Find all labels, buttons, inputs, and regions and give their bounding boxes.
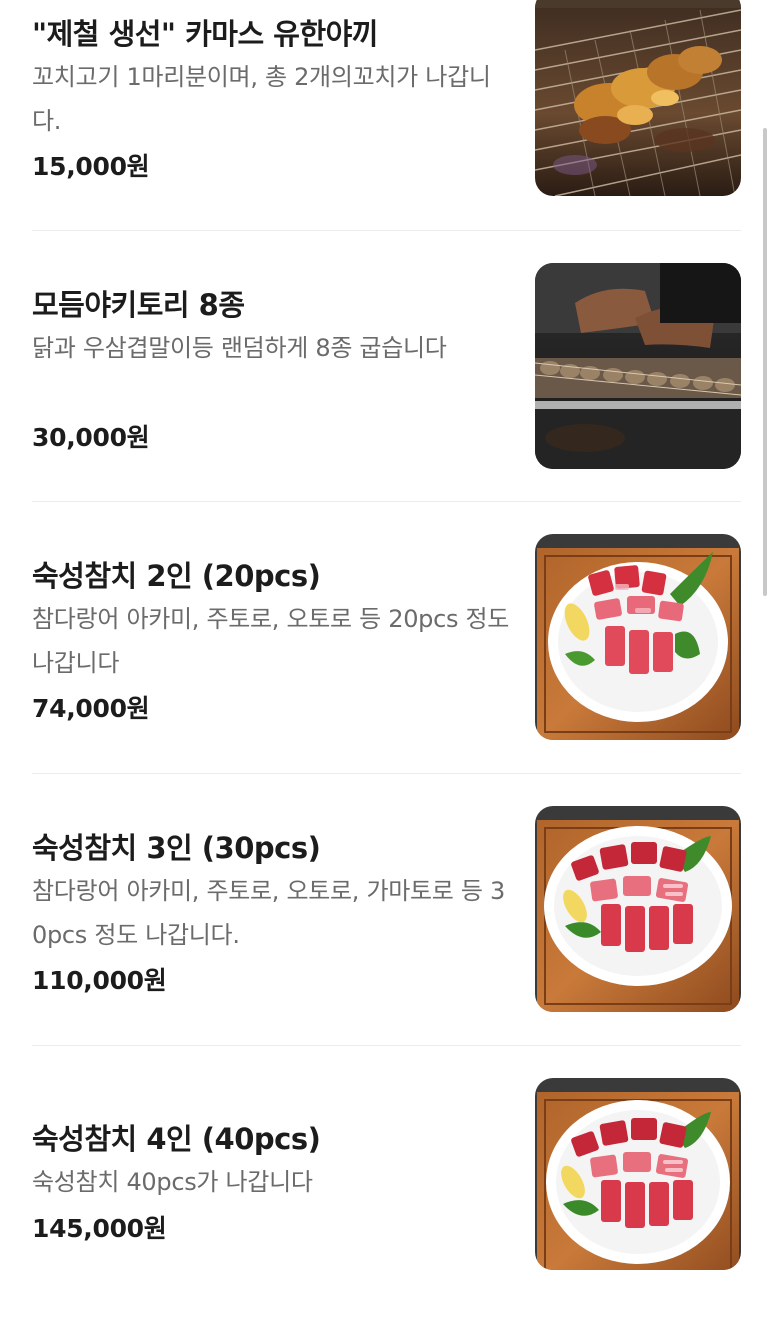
menu-item-photo-tuna-platter [535, 534, 741, 740]
scrollbar[interactable] [763, 128, 767, 596]
tuna-sashimi-platter-image [535, 1078, 741, 1270]
menu-item[interactable]: 모듬야키토리 8종 닭과 우삼겹말이등 랜덤하게 8종 굽습니다 30,000원 [0, 231, 773, 503]
menu-item-photo-tuna-platter [535, 806, 741, 1012]
grilled-fish-skewers-image [535, 0, 741, 196]
menu-item-photo-tuna-platter [535, 1078, 741, 1270]
menu-item[interactable]: 숙성참치 2인 (20pcs) 참다랑어 아카미, 주토로, 오토로 등 20p… [0, 502, 773, 774]
menu-item-price: 74,000원 [32, 694, 150, 723]
menu-item-name: "제철 생선" 카마스 유한야끼 [32, 17, 379, 51]
menu-item-photo-yakitori [535, 263, 741, 469]
menu-item-name: 숙성참치 3인 (30pcs) [32, 831, 321, 865]
tuna-sashimi-platter-image [535, 534, 741, 740]
menu-item-photo-grilled-fish [535, 0, 741, 196]
menu-item-name: 숙성참치 2인 (20pcs) [32, 559, 321, 593]
menu-item[interactable]: 숙성참치 4인 (40pcs) 숙성참치 40pcs가 나갑니다 145,000… [0, 1046, 773, 1318]
menu-item-price: 15,000원 [32, 152, 150, 181]
menu-item[interactable]: "제철 생선" 카마스 유한야끼 꼬치고기 1마리분이며, 총 2개의꼬치가 나… [0, 0, 773, 232]
menu-item-name: 모듬야키토리 8종 [32, 288, 245, 322]
menu-item[interactable]: 숙성참치 3인 (30pcs) 참다랑어 아카미, 주토로, 오토로, 가마토로… [0, 774, 773, 1046]
menu-item-description: 숙성참치 40pcs가 나갑니다 [32, 1168, 313, 1196]
menu-item-price: 110,000원 [32, 966, 167, 995]
tuna-sashimi-platter-image [535, 806, 741, 1012]
menu-item-description: 닭과 우삼겹말이등 랜덤하게 8종 굽습니다 [32, 334, 447, 362]
menu-item-description: 참다랑어 아카미, 주토로, 오토로 등 20pcs 정도 나갑니다 [32, 605, 510, 677]
menu-item-name: 숙성참치 4인 (40pcs) [32, 1122, 321, 1156]
yakitori-grill-image [535, 263, 741, 469]
menu-item-description: 꼬치고기 1마리분이며, 총 2개의꼬치가 나갑니다. [32, 63, 491, 135]
menu-item-description: 참다랑어 아카미, 주토로, 오토로, 가마토로 등 30pcs 정도 나갑니다… [32, 877, 505, 949]
menu-item-price: 30,000원 [32, 423, 150, 452]
menu-item-price: 145,000원 [32, 1214, 167, 1243]
